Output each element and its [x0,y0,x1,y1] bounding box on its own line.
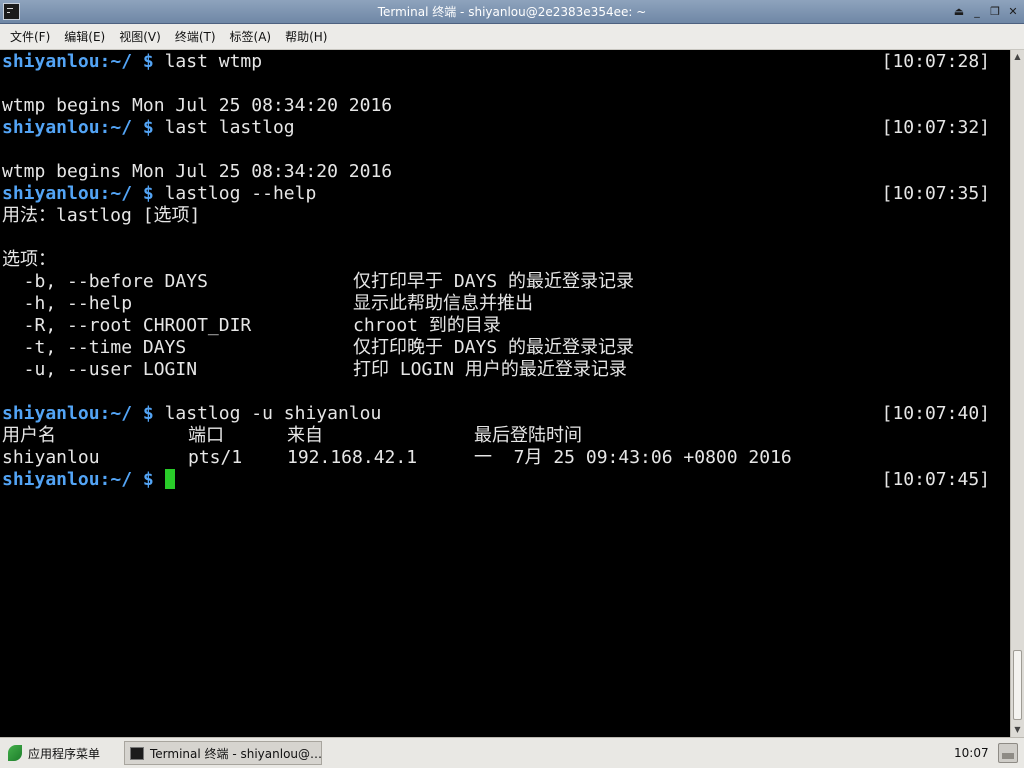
prompt-line: shiyanlou:~/ $ last wtmp [2,51,262,73]
prompt-path: :~/ $ [99,51,165,72]
prompt-line: shiyanlou:~/ $ lastlog -u shiyanlou [2,403,381,425]
table-header-from: 来自 [287,425,323,446]
menu-edit[interactable]: 编辑(E) [58,24,111,50]
output-line: wtmp begins Mon Jul 25 08:34:20 2016 [2,161,393,182]
text-cursor [164,469,175,489]
prompt-line: shiyanlou:~/ $ last lastlog [2,117,295,139]
command-text: lastlog --help [164,183,317,204]
applications-menu-button[interactable]: 应用程序菜单 [8,742,100,764]
option-flag: -u, --user LOGIN [2,359,198,380]
menu-file[interactable]: 文件(F) [4,24,56,50]
leaf-icon [8,745,22,761]
option-desc: chroot 到的目录 [353,315,501,336]
table-cell-port: pts/1 [188,447,243,468]
option-desc: 打印 LOGIN 用户的最近登录记录 [353,359,627,380]
window-title: Terminal 终端 - shiyanlou@2e2383e354ee: ~ [377,5,647,19]
menu-view[interactable]: 视图(V) [113,24,167,50]
usage-line: 用法：lastlog [选项] [2,205,201,226]
scroll-down-arrow-icon[interactable]: ▼ [1011,723,1024,737]
prompt-user: shiyanlou [2,403,100,424]
option-flag: -b, --before DAYS [2,271,208,292]
prompt-user: shiyanlou [2,183,100,204]
title-bar[interactable]: Terminal 终端 - shiyanlou@2e2383e354ee: ~ … [0,0,1024,24]
table-header-port: 端口 [188,425,224,446]
scroll-thumb[interactable] [1013,650,1022,720]
command-text: lastlog -u shiyanlou [164,403,382,424]
option-flag: -R, --root CHROOT_DIR [2,315,252,336]
prompt-user: shiyanlou [2,51,100,72]
terminal-icon [130,746,144,760]
menu-terminal[interactable]: 终端(T) [169,24,222,50]
prompt-path: :~/ $ [99,403,165,424]
timestamp: [10:07:40] [881,403,990,424]
taskbar-terminal-button[interactable]: Terminal 终端 - shiyanlou@… [124,741,322,765]
maximize-button[interactable]: ❐ [987,3,1003,20]
vertical-scrollbar[interactable]: ▲ ▼ [1010,50,1024,737]
menu-help[interactable]: 帮助(H) [279,24,333,50]
terminal-output[interactable]: shiyanlou:~/ $ last wtmp [10:07:28] wtmp… [0,50,1010,737]
taskbar: 应用程序菜单 Terminal 终端 - shiyanlou@… 10:07 [0,737,1024,768]
minimize-button[interactable]: _ [969,3,985,20]
table-header-last-login: 最后登陆时间 [474,425,582,446]
shade-button[interactable]: ⏏ [951,3,967,20]
command-text: last lastlog [164,117,295,138]
window-controls: ⏏ _ ❐ ✕ [951,3,1021,21]
table-cell-username: shiyanlou [2,447,100,468]
prompt-path: :~/ $ [99,469,165,490]
timestamp: [10:07:35] [881,183,990,204]
table-header-username: 用户名 [2,425,56,446]
taskbar-terminal-label: Terminal 终端 - shiyanlou@… [150,746,322,761]
timestamp: [10:07:28] [881,51,990,72]
keyboard-tray-icon[interactable] [998,743,1018,763]
clock[interactable]: 10:07 [954,738,989,768]
output-line: wtmp begins Mon Jul 25 08:34:20 2016 [2,95,393,116]
option-desc: 显示此帮助信息并推出 [353,293,533,314]
scroll-up-arrow-icon[interactable]: ▲ [1011,50,1024,64]
table-cell-from: 192.168.42.1 [287,447,418,468]
prompt-user: shiyanlou [2,117,100,138]
applications-menu-label: 应用程序菜单 [28,746,101,761]
option-flag: -t, --time DAYS [2,337,187,358]
prompt-path: :~/ $ [99,117,165,138]
option-flag: -h, --help [2,293,133,314]
prompt-path: :~/ $ [99,183,165,204]
timestamp: [10:07:45] [881,469,990,490]
command-text: last wtmp [164,51,263,72]
prompt-line-current: shiyanlou:~/ $ [2,469,175,491]
timestamp: [10:07:32] [881,117,990,138]
close-button[interactable]: ✕ [1005,3,1021,20]
prompt-user: shiyanlou [2,469,100,490]
menu-tabs[interactable]: 标签(A) [224,24,278,50]
options-header: 选项： [2,249,56,270]
option-desc: 仅打印晚于 DAYS 的最近登录记录 [353,337,635,358]
prompt-line: shiyanlou:~/ $ lastlog --help [2,183,316,205]
menu-bar: 文件(F) 编辑(E) 视图(V) 终端(T) 标签(A) 帮助(H) [0,24,1024,50]
table-cell-last-login: 一 7月 25 09:43:06 +0800 2016 [474,447,792,468]
option-desc: 仅打印早于 DAYS 的最近登录记录 [353,271,635,292]
